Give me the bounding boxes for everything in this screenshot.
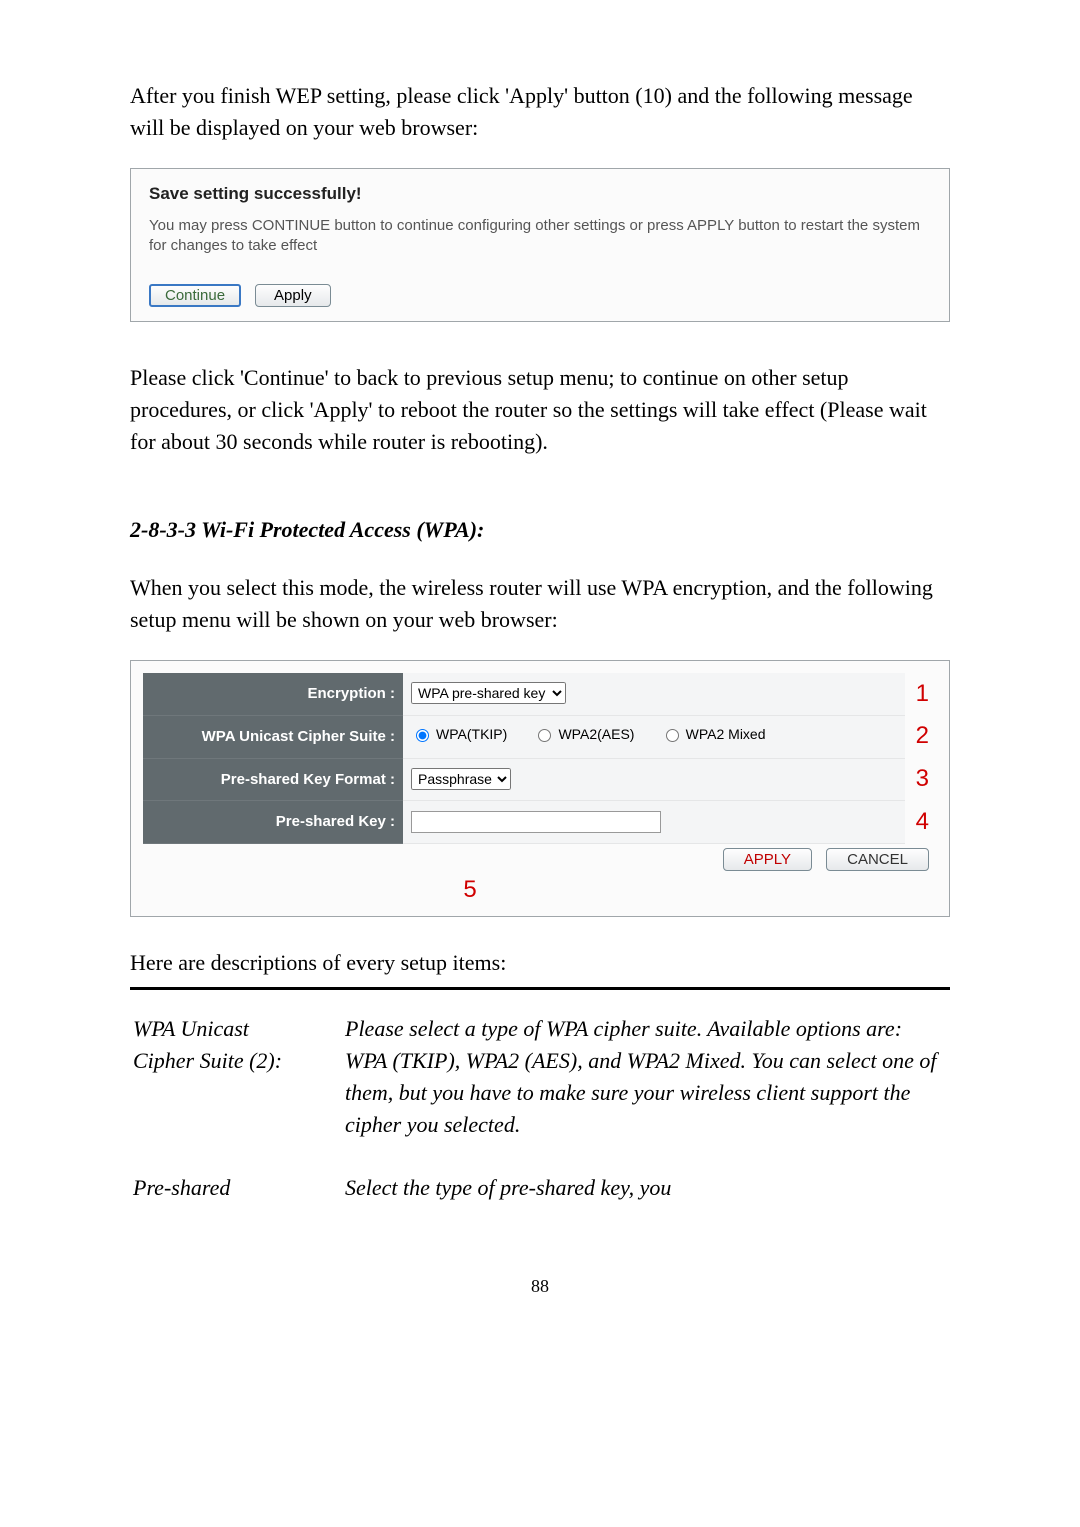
radio-wpa2-aes-input[interactable]: [538, 729, 551, 742]
paragraph-wpa-intro: When you select this mode, the wireless …: [130, 572, 950, 636]
paragraph-continue-explain: Please click 'Continue' to back to previ…: [130, 362, 950, 458]
callout-3: 3: [905, 758, 937, 801]
divider: [130, 987, 950, 990]
apply-button[interactable]: APPLY: [723, 848, 812, 871]
save-success-title: Save setting successfully!: [149, 183, 931, 206]
section-heading-wpa: 2-8-3-3 Wi-Fi Protected Access (WPA):: [130, 514, 950, 546]
radio-wpa2-aes[interactable]: WPA2(AES): [533, 724, 634, 744]
label-format: Pre-shared Key Format :: [143, 758, 403, 801]
wpa-config-panel: Encryption : WPA pre-shared key 1 WPA Un…: [130, 660, 950, 917]
key-format-select[interactable]: Passphrase: [411, 768, 511, 790]
page-number: 88: [130, 1273, 950, 1299]
save-success-desc: You may press CONTINUE button to continu…: [149, 216, 931, 257]
save-success-panel: Save setting successfully! You may press…: [130, 168, 950, 322]
descriptions-intro: Here are descriptions of every setup ite…: [130, 947, 950, 979]
row-key: Pre-shared Key : 4: [143, 801, 937, 844]
radio-wpa-tkip-input[interactable]: [416, 729, 429, 742]
definitions-table: WPA Unicast Cipher Suite (2): Please sel…: [130, 1010, 950, 1233]
term-pre-shared: Pre-shared: [132, 1171, 342, 1232]
encryption-select[interactable]: WPA pre-shared key: [411, 682, 566, 704]
radio-wpa2-mixed-label: WPA2 Mixed: [686, 724, 766, 744]
callout-1: 1: [905, 673, 937, 716]
label-encryption: Encryption :: [143, 673, 403, 716]
callout-5: 5: [143, 873, 937, 908]
radio-wpa2-aes-label: WPA2(AES): [558, 724, 634, 744]
callout-2: 2: [905, 715, 937, 758]
cancel-button[interactable]: CANCEL: [826, 848, 929, 871]
row-cipher: WPA Unicast Cipher Suite : WPA(TKIP) WPA…: [143, 715, 937, 758]
def-pre-shared: Select the type of pre-shared key, you: [344, 1171, 948, 1232]
def-wpa-unicast: Please select a type of WPA cipher suite…: [344, 1012, 948, 1169]
callout-4: 4: [905, 801, 937, 844]
paragraph-intro-1: After you finish WEP setting, please cli…: [130, 80, 950, 144]
row-encryption: Encryption : WPA pre-shared key 1: [143, 673, 937, 716]
radio-wpa-tkip-label: WPA(TKIP): [436, 724, 507, 744]
pre-shared-key-input[interactable]: [411, 811, 661, 833]
term-wpa-unicast: WPA Unicast Cipher Suite (2):: [132, 1012, 342, 1169]
radio-wpa-tkip[interactable]: WPA(TKIP): [411, 724, 507, 744]
continue-button[interactable]: Continue: [149, 284, 241, 307]
radio-wpa2-mixed[interactable]: WPA2 Mixed: [661, 724, 766, 744]
label-key: Pre-shared Key :: [143, 801, 403, 844]
row-format: Pre-shared Key Format : Passphrase 3: [143, 758, 937, 801]
radio-wpa2-mixed-input[interactable]: [666, 729, 679, 742]
label-cipher: WPA Unicast Cipher Suite :: [143, 715, 403, 758]
apply-button-top[interactable]: Apply: [255, 284, 331, 307]
